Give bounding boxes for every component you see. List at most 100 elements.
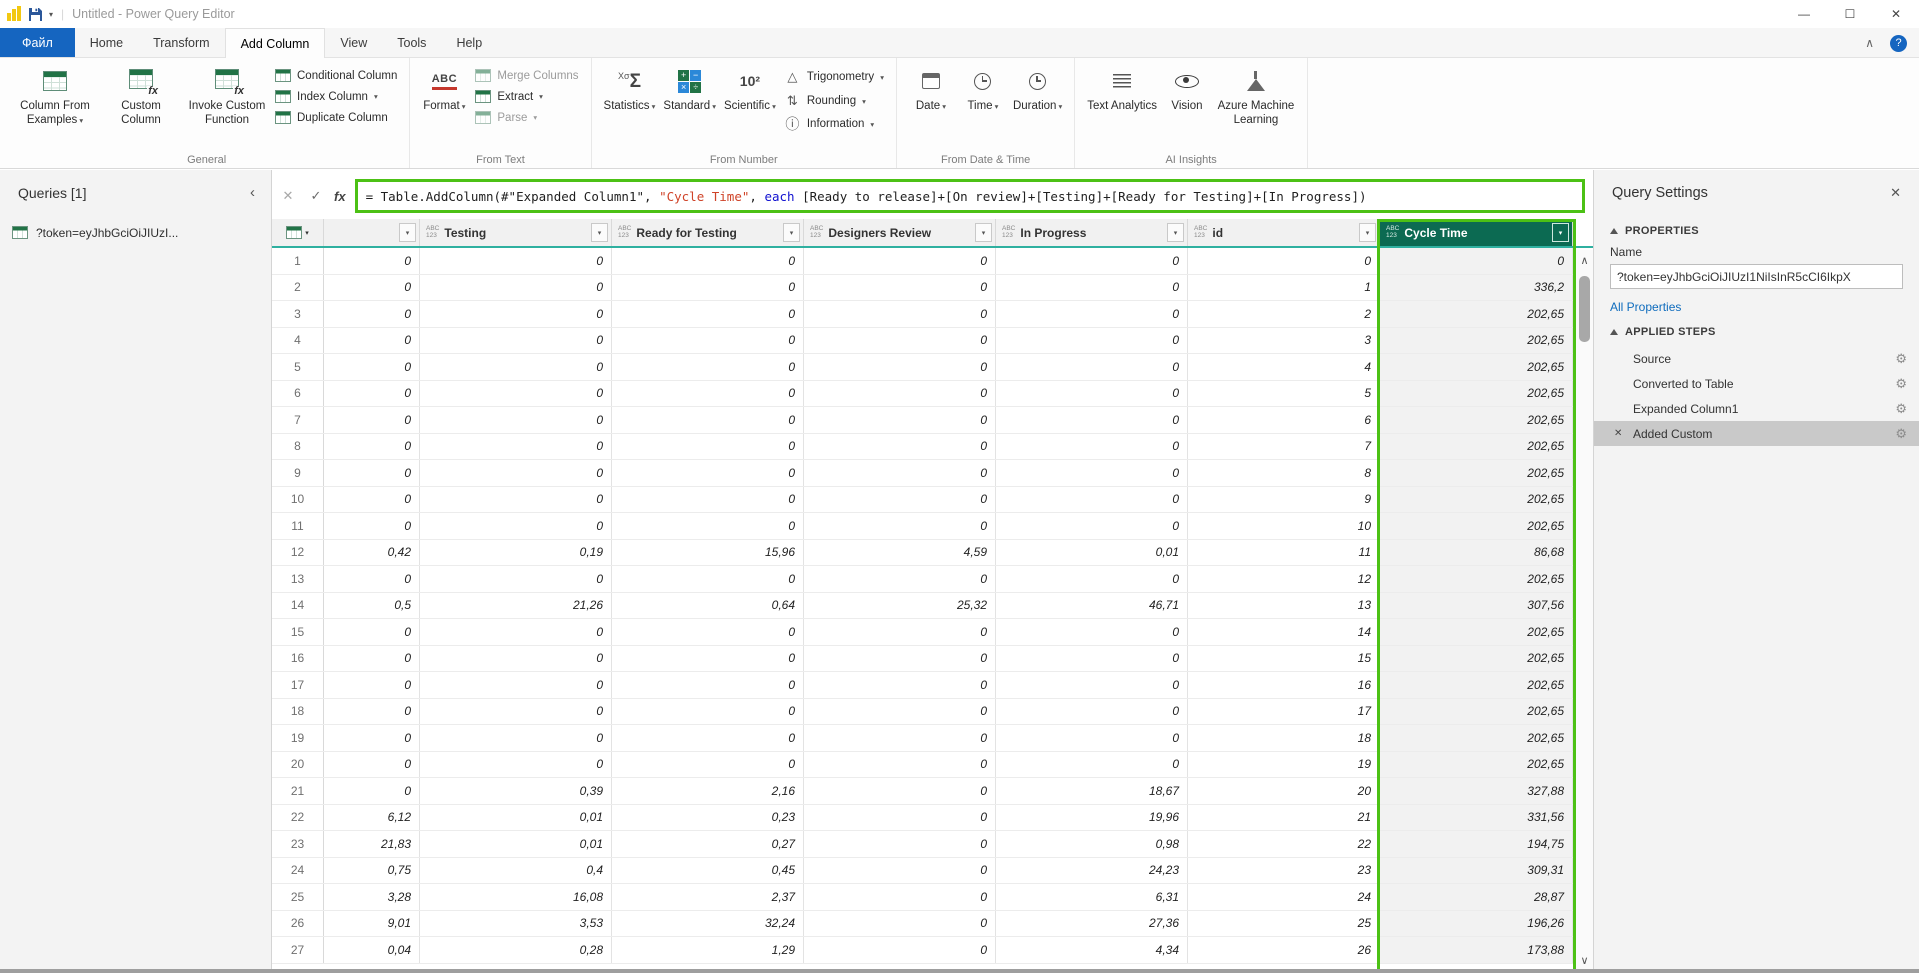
table-cell[interactable]: 4 xyxy=(1188,354,1380,380)
table-cell[interactable]: 4,59 xyxy=(804,540,996,566)
vertical-scrollbar[interactable]: ∧ ∨ xyxy=(1575,250,1593,973)
cancel-formula-button[interactable]: ✕ xyxy=(276,188,300,204)
table-cell[interactable]: 0 xyxy=(612,513,804,539)
table-cell[interactable]: 173,88 xyxy=(1380,937,1573,963)
table-cell[interactable]: 15 xyxy=(1188,646,1380,672)
table-cell[interactable]: 0 xyxy=(804,858,996,884)
scrollbar-thumb[interactable] xyxy=(1579,276,1590,342)
table-cell[interactable]: 0 xyxy=(420,460,612,486)
column-header-cycle-time[interactable]: ABC123Cycle Time▾ xyxy=(1380,219,1573,246)
table-cell[interactable]: 202,65 xyxy=(1380,646,1573,672)
table-cell[interactable]: 0 xyxy=(420,434,612,460)
applied-step-source[interactable]: ✕Source⚙ xyxy=(1594,346,1919,371)
select-all-columns-button[interactable]: ▾ xyxy=(272,219,324,246)
table-cell[interactable]: 2 xyxy=(1188,301,1380,327)
index-column-button[interactable]: Index Column▾ xyxy=(270,88,401,105)
table-cell[interactable]: 0,04 xyxy=(324,937,420,963)
table-cell[interactable]: 0 xyxy=(420,699,612,725)
table-cell[interactable]: 9,01 xyxy=(324,911,420,937)
table-cell[interactable]: 16,08 xyxy=(420,884,612,910)
table-cell[interactable]: 0 xyxy=(1188,248,1380,274)
information-button[interactable]: ⓘInformation▾ xyxy=(780,115,888,133)
filter-dropdown-button[interactable]: ▾ xyxy=(1552,223,1569,242)
table-cell[interactable]: 21,26 xyxy=(420,593,612,619)
table-cell[interactable]: 0 xyxy=(612,275,804,301)
quick-access-caret-icon[interactable]: ▾ xyxy=(49,10,53,19)
table-cell[interactable]: 4,34 xyxy=(996,937,1188,963)
table-cell[interactable]: 0 xyxy=(324,513,420,539)
table-cell[interactable]: 202,65 xyxy=(1380,460,1573,486)
table-cell[interactable]: 0 xyxy=(804,672,996,698)
table-cell[interactable]: 0 xyxy=(996,354,1188,380)
table-cell[interactable]: 0,27 xyxy=(612,831,804,857)
save-icon[interactable] xyxy=(28,7,43,22)
tab-home[interactable]: Home xyxy=(75,28,138,57)
table-cell[interactable]: 0 xyxy=(804,434,996,460)
table-cell[interactable]: 0 xyxy=(804,805,996,831)
gear-icon[interactable]: ⚙ xyxy=(1895,426,1907,442)
table-cell[interactable]: 0 xyxy=(612,672,804,698)
table-cell[interactable]: 202,65 xyxy=(1380,752,1573,778)
table-cell[interactable]: 3,53 xyxy=(420,911,612,937)
format-button[interactable]: ABCFormat ▾ xyxy=(418,61,470,114)
table-cell[interactable]: 0 xyxy=(996,301,1188,327)
table-cell[interactable]: 5 xyxy=(1188,381,1380,407)
table-cell[interactable]: 0 xyxy=(804,354,996,380)
table-cell[interactable]: 19,96 xyxy=(996,805,1188,831)
table-cell[interactable]: 46,71 xyxy=(996,593,1188,619)
table-cell[interactable]: 0 xyxy=(612,460,804,486)
table-cell[interactable]: 0 xyxy=(324,725,420,751)
duration-button[interactable]: Duration ▾ xyxy=(1009,61,1066,114)
column-from-examples-button[interactable]: Column From Examples ▾ xyxy=(12,61,98,127)
table-cell[interactable]: 0 xyxy=(804,407,996,433)
table-cell[interactable]: 0 xyxy=(996,487,1188,513)
table-cell[interactable]: 16 xyxy=(1188,672,1380,698)
table-cell[interactable]: 10 xyxy=(1188,513,1380,539)
column-header-testing[interactable]: ABC123Testing▾ xyxy=(420,219,612,246)
merge-columns-button[interactable]: Merge Columns xyxy=(470,67,582,84)
table-cell[interactable]: 0 xyxy=(324,699,420,725)
table-cell[interactable]: 0,5 xyxy=(324,593,420,619)
table-cell[interactable]: 6 xyxy=(1188,407,1380,433)
applied-step-added-custom[interactable]: ✕Added Custom⚙ xyxy=(1594,421,1919,446)
table-cell[interactable]: 0 xyxy=(612,725,804,751)
collapse-ribbon-icon[interactable]: ∧ xyxy=(1865,36,1874,50)
table-cell[interactable]: 0 xyxy=(612,646,804,672)
table-cell[interactable]: 0 xyxy=(420,487,612,513)
table-cell[interactable]: 86,68 xyxy=(1380,540,1573,566)
table-cell[interactable]: 0 xyxy=(324,619,420,645)
table-cell[interactable]: 0 xyxy=(420,328,612,354)
all-properties-link[interactable]: All Properties xyxy=(1610,300,1903,314)
tab-help[interactable]: Help xyxy=(441,28,497,57)
table-cell[interactable]: 0,45 xyxy=(612,858,804,884)
filter-dropdown-button[interactable]: ▾ xyxy=(399,223,416,242)
table-cell[interactable]: 0,64 xyxy=(612,593,804,619)
table-cell[interactable]: 0 xyxy=(324,778,420,804)
help-icon[interactable]: ? xyxy=(1890,35,1907,52)
table-cell[interactable]: 0 xyxy=(996,407,1188,433)
table-cell[interactable]: 0 xyxy=(324,566,420,592)
table-cell[interactable]: 202,65 xyxy=(1380,725,1573,751)
table-cell[interactable]: 0 xyxy=(612,752,804,778)
table-cell[interactable]: 0 xyxy=(804,460,996,486)
table-cell[interactable]: 0 xyxy=(612,381,804,407)
table-cell[interactable]: 0 xyxy=(324,381,420,407)
applied-step-expanded-column1[interactable]: ✕Expanded Column1⚙ xyxy=(1594,396,1919,421)
close-button[interactable]: ✕ xyxy=(1873,0,1919,28)
column-header-in-progress[interactable]: ABC123In Progress▾ xyxy=(996,219,1188,246)
table-cell[interactable]: 0 xyxy=(996,275,1188,301)
table-cell[interactable]: 9 xyxy=(1188,487,1380,513)
table-cell[interactable]: 0 xyxy=(612,354,804,380)
table-cell[interactable]: 202,65 xyxy=(1380,301,1573,327)
table-cell[interactable]: 0 xyxy=(420,407,612,433)
table-cell[interactable]: 0 xyxy=(612,619,804,645)
table-cell[interactable]: 327,88 xyxy=(1380,778,1573,804)
applied-step-converted-to-table[interactable]: ✕Converted to Table⚙ xyxy=(1594,371,1919,396)
gear-icon[interactable]: ⚙ xyxy=(1895,351,1907,367)
table-cell[interactable]: 0 xyxy=(996,513,1188,539)
table-cell[interactable]: 0 xyxy=(804,911,996,937)
table-cell[interactable]: 0 xyxy=(1380,248,1573,274)
table-cell[interactable]: 196,26 xyxy=(1380,911,1573,937)
table-cell[interactable]: 0 xyxy=(996,381,1188,407)
table-cell[interactable]: 27,36 xyxy=(996,911,1188,937)
